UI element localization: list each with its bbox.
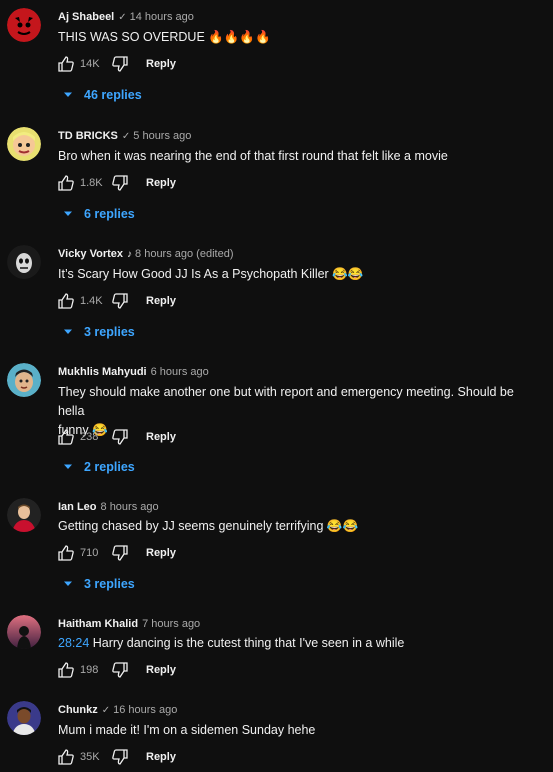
- replies-label: 6 replies: [84, 207, 135, 221]
- like-count: 35K: [80, 751, 100, 763]
- comment-text: 28:24 Harry dancing is the cutest thing …: [58, 634, 538, 653]
- view-replies-button[interactable]: 6 replies: [62, 207, 135, 221]
- chevron-down-icon: [64, 211, 72, 216]
- comment-text: Mum i made it! I'm on a sidemen Sunday h…: [58, 723, 316, 737]
- comment-actions: 14K Reply: [56, 54, 176, 74]
- music-note-icon: ♪: [127, 249, 133, 260]
- reply-button[interactable]: Reply: [146, 547, 176, 559]
- comment-header: Mukhlis Mahyudi 6 hours ago: [58, 365, 209, 379]
- like-icon[interactable]: [56, 54, 76, 74]
- comment-text-line: They should make another one but with re…: [58, 385, 514, 418]
- view-replies-button[interactable]: 3 replies: [62, 577, 135, 591]
- author-name[interactable]: Aj Shabeel: [58, 11, 114, 23]
- comment-header: Haitham Khalid 7 hours ago: [58, 617, 200, 631]
- comment-text: Getting chased by JJ seems genuinely ter…: [58, 519, 359, 533]
- chevron-down-icon: [64, 464, 72, 469]
- replies-label: 3 replies: [84, 325, 135, 339]
- dislike-icon[interactable]: [110, 173, 130, 193]
- dislike-icon[interactable]: [110, 543, 130, 563]
- author-name[interactable]: Mukhlis Mahyudi: [58, 366, 147, 378]
- comment-actions: 710 Reply: [56, 543, 176, 563]
- comment-header: Aj Shabeel ✓ 14 hours ago: [58, 10, 194, 25]
- dislike-icon[interactable]: [110, 660, 130, 680]
- reply-button[interactable]: Reply: [146, 664, 176, 676]
- chevron-down-icon: [64, 92, 72, 97]
- avatar[interactable]: [7, 498, 41, 532]
- author-name[interactable]: Ian Leo: [58, 501, 97, 513]
- avatar[interactable]: [7, 127, 41, 161]
- comment-time[interactable]: 14 hours ago: [130, 11, 194, 23]
- comment-actions: 238 Reply: [56, 427, 176, 447]
- comment-text: THIS WAS SO OVERDUE 🔥🔥🔥🔥: [58, 30, 271, 44]
- avatar[interactable]: [7, 363, 41, 397]
- comment-text-body: Harry dancing is the cutest thing that I…: [89, 636, 405, 650]
- comment-time[interactable]: 5 hours ago: [133, 130, 191, 142]
- author-name[interactable]: Haitham Khalid: [58, 618, 138, 630]
- reply-button[interactable]: Reply: [146, 295, 176, 307]
- comment-text: It’s Scary How Good JJ Is As a Psychopat…: [58, 267, 364, 281]
- comment-header: Vicky Vortex ♪ 8 hours ago (edited): [58, 247, 233, 262]
- dislike-icon[interactable]: [110, 427, 130, 447]
- comment-time[interactable]: 8 hours ago: [101, 501, 159, 513]
- author-name[interactable]: Vicky Vortex: [58, 248, 123, 260]
- like-count: 1.8K: [80, 177, 103, 189]
- replies-label: 3 replies: [84, 577, 135, 591]
- verified-icon: ✓: [121, 131, 131, 142]
- comment-actions: 35K Reply: [56, 747, 176, 767]
- like-icon[interactable]: [56, 543, 76, 563]
- reply-button[interactable]: Reply: [146, 58, 176, 70]
- comment-header: Ian Leo 8 hours ago: [58, 500, 159, 514]
- like-icon[interactable]: [56, 427, 76, 447]
- replies-label: 46 replies: [84, 88, 142, 102]
- comment-time[interactable]: 7 hours ago: [142, 618, 200, 630]
- dislike-icon[interactable]: [110, 54, 130, 74]
- comment-time[interactable]: 16 hours ago: [113, 704, 177, 716]
- author-name[interactable]: TD BRICKS: [58, 130, 118, 142]
- like-icon[interactable]: [56, 747, 76, 767]
- like-count: 710: [80, 547, 99, 559]
- view-replies-button[interactable]: 3 replies: [62, 325, 135, 339]
- comment-time[interactable]: 6 hours ago: [151, 366, 209, 378]
- comment-text: Bro when it was nearing the end of that …: [58, 149, 448, 163]
- verified-icon: ✓: [101, 705, 111, 716]
- chevron-down-icon: [64, 329, 72, 334]
- verified-icon: ✓: [118, 12, 127, 23]
- reply-button[interactable]: Reply: [146, 751, 176, 763]
- comment-header: TD BRICKS ✓ 5 hours ago: [58, 129, 191, 144]
- video-timestamp-link[interactable]: 28:24: [58, 636, 89, 650]
- dislike-icon[interactable]: [110, 291, 130, 311]
- view-replies-button[interactable]: 46 replies: [62, 88, 142, 102]
- comment-actions: 1.8K Reply: [56, 173, 176, 193]
- view-replies-button[interactable]: 2 replies: [62, 460, 135, 474]
- avatar[interactable]: [7, 8, 41, 42]
- comment-actions: 1.4K Reply: [56, 291, 176, 311]
- like-count: 1.4K: [80, 295, 103, 307]
- like-count: 14K: [80, 58, 100, 70]
- avatar[interactable]: [7, 701, 41, 735]
- replies-label: 2 replies: [84, 460, 135, 474]
- avatar[interactable]: [7, 615, 41, 649]
- reply-button[interactable]: Reply: [146, 431, 176, 443]
- dislike-icon[interactable]: [110, 747, 130, 767]
- like-icon[interactable]: [56, 660, 76, 680]
- chevron-down-icon: [64, 581, 72, 586]
- comment-actions: 198 Reply: [56, 660, 176, 680]
- comment-header: Chunkz ✓ 16 hours ago: [58, 703, 177, 718]
- like-icon[interactable]: [56, 291, 76, 311]
- author-name[interactable]: Chunkz: [58, 704, 98, 716]
- like-count: 238: [80, 431, 99, 443]
- reply-button[interactable]: Reply: [146, 177, 176, 189]
- like-count: 198: [80, 664, 99, 676]
- comment-time[interactable]: 8 hours ago (edited): [135, 248, 233, 260]
- like-icon[interactable]: [56, 173, 76, 193]
- avatar[interactable]: [7, 245, 41, 279]
